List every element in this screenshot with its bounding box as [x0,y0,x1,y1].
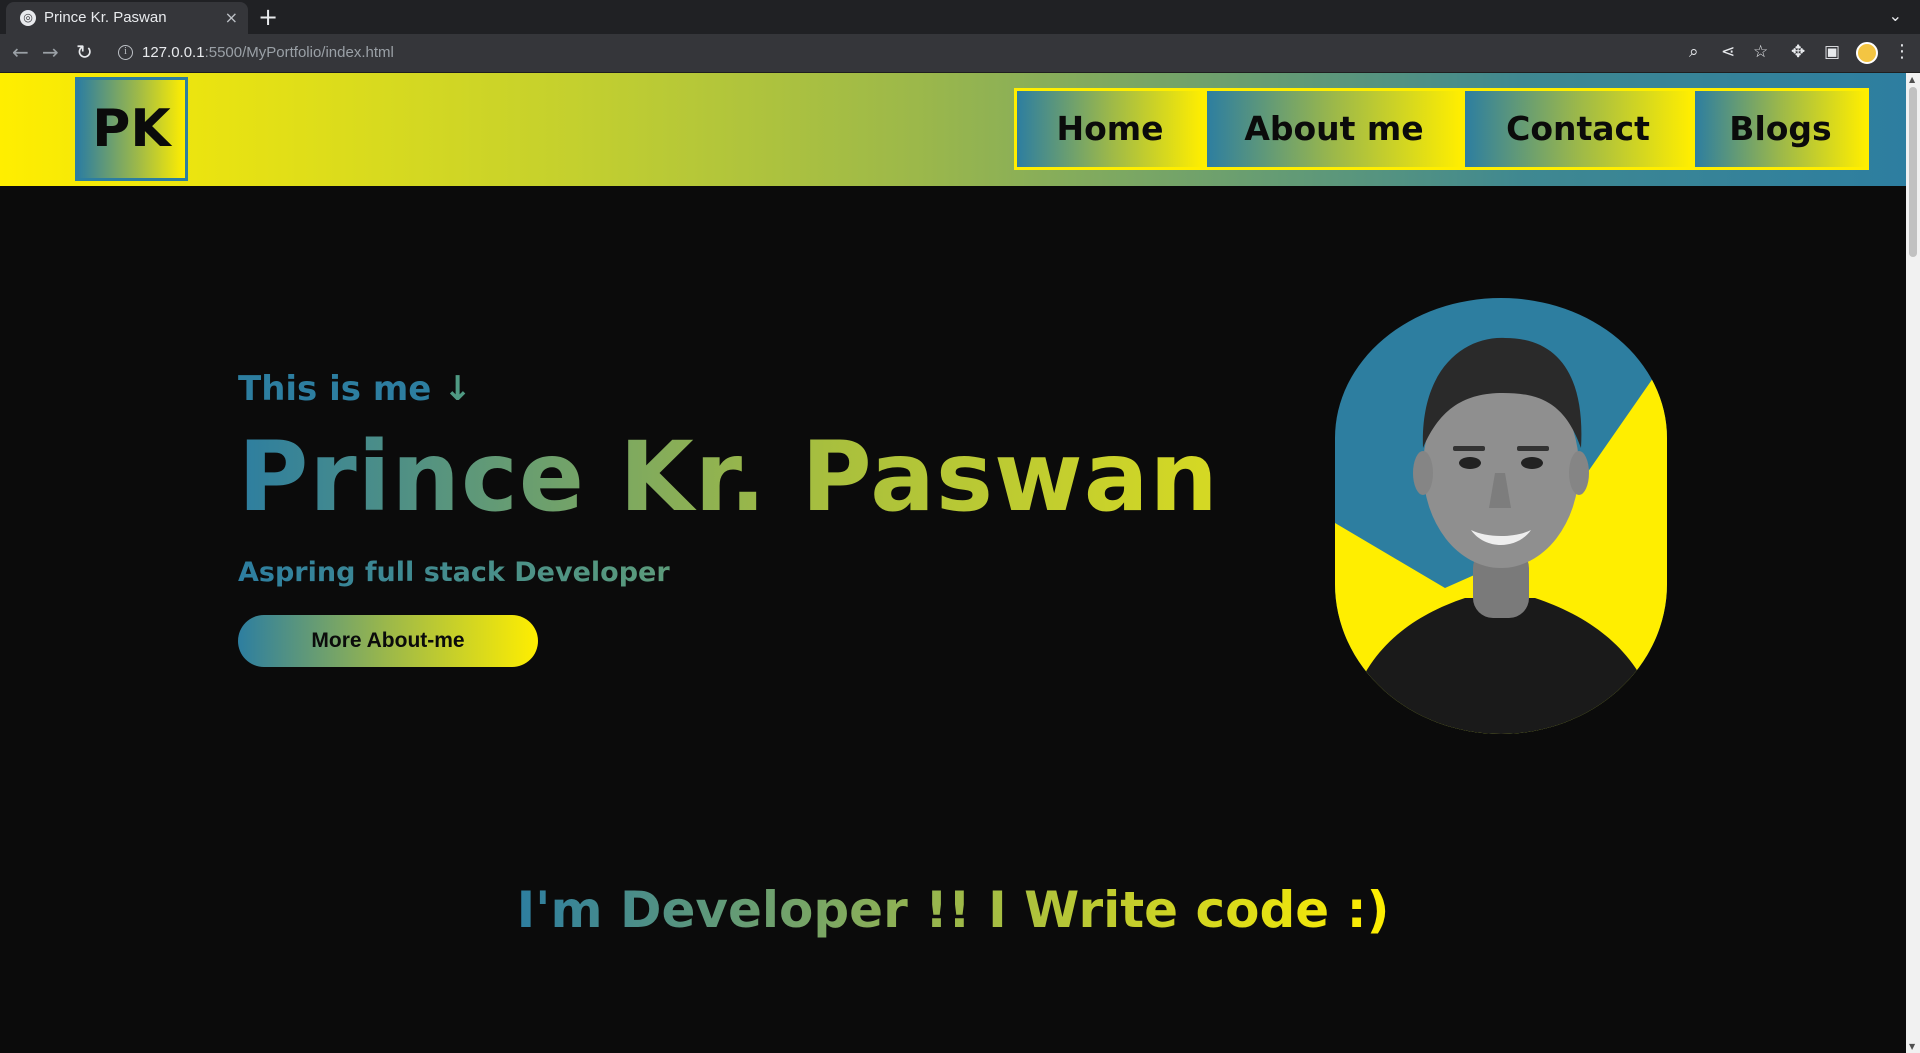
profile-photo [1335,298,1667,734]
new-tab-icon[interactable]: + [258,3,278,31]
browser-toolbar: ← → ↻ i 127.0.0.1:5500/MyPortfolio/index… [0,34,1920,73]
nav-contact[interactable]: Contact [1465,91,1691,167]
page-scrollbar[interactable]: ▲ ▼ [1906,73,1920,1053]
hero-intro-text: This is me [238,369,432,409]
info-icon[interactable]: i [118,45,133,60]
globe-icon: ◎ [20,10,36,26]
nav-home[interactable]: Home [1017,91,1203,167]
back-icon[interactable]: ← [12,42,29,62]
hero-intro: This is me ↓ [238,369,472,409]
extensions-icon[interactable]: ✥ [1791,43,1805,61]
hero-role: Aspring full stack Developer [238,557,670,588]
tagline: I'm Developer !! I Write code :) [516,881,1390,939]
tab-title: Prince Kr. Paswan [44,9,167,26]
menu-icon[interactable]: ⋮ [1893,43,1911,61]
star-icon[interactable]: ☆ [1753,43,1768,61]
more-about-me-button[interactable]: More About-me [238,615,538,667]
sidepanel-icon[interactable]: ▣ [1824,43,1840,61]
nav-blogs[interactable]: Blogs [1695,91,1866,167]
scroll-down-icon[interactable]: ▼ [1909,1042,1915,1051]
share-icon[interactable]: ⋖ [1721,43,1735,61]
tab-search-icon[interactable]: ⌄ [1889,6,1902,25]
browser-tab[interactable]: ◎ Prince Kr. Paswan × [6,2,248,34]
url-text[interactable]: 127.0.0.1:5500/MyPortfolio/index.html [142,44,394,61]
zoom-icon[interactable]: ⌕ [1689,43,1699,61]
nav-about-me[interactable]: About me [1207,91,1461,167]
address-bar[interactable]: i 127.0.0.1:5500/MyPortfolio/index.html [108,39,1700,68]
hero-name: Prince Kr. Paswan [238,421,1219,533]
main-nav: Home About me Contact Blogs [1014,88,1869,170]
profile-photo-art [1335,298,1667,734]
down-arrow-icon: ↓ [443,369,472,409]
scrollbar-thumb[interactable] [1909,87,1917,257]
profile-icon[interactable] [1856,42,1878,64]
reload-icon[interactable]: ↻ [76,42,93,62]
tab-strip: ◎ Prince Kr. Paswan × + ⌄ [0,0,1920,34]
site-header: PK Home About me Contact Blogs [0,73,1906,186]
site-logo[interactable]: PK [75,77,188,181]
tab-close-icon[interactable]: × [225,8,238,27]
forward-icon[interactable]: → [42,42,59,62]
scroll-up-icon[interactable]: ▲ [1909,75,1915,84]
page-viewport: PK Home About me Contact Blogs This is m… [0,73,1920,1053]
